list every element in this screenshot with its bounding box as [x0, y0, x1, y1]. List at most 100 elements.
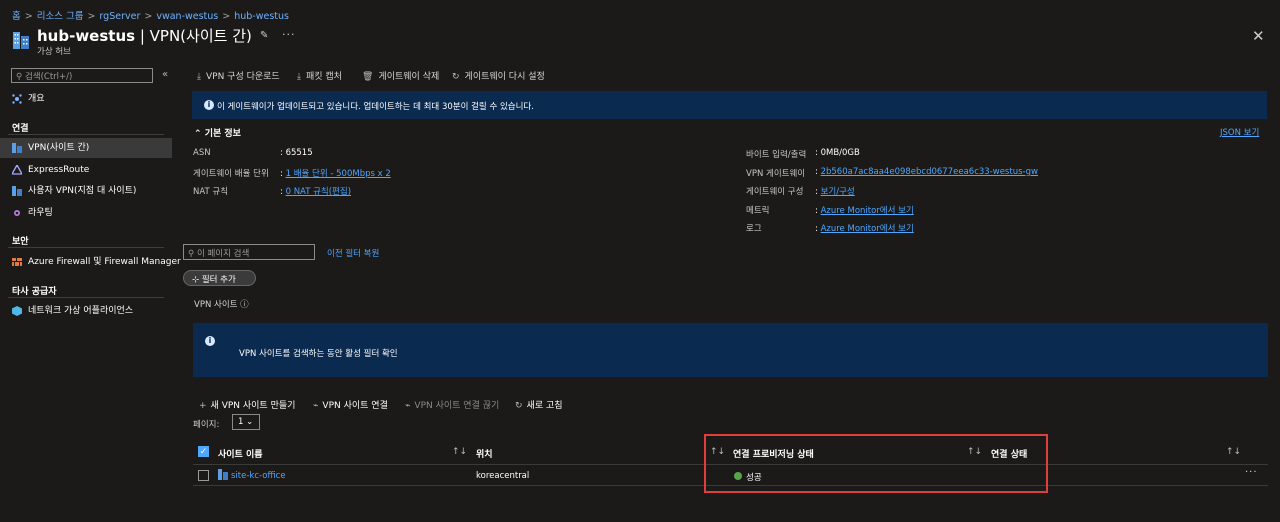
info-panel-text: VPN 사이트를 검색하는 동안 활성 필터 확인	[239, 349, 398, 359]
prop-value-bytes: : 0MB/0GB	[815, 148, 860, 158]
page-select-value: 1	[238, 417, 244, 427]
download-vpn-config-button[interactable]: ⤓ VPN 구성 다운로드	[197, 69, 280, 82]
create-vpn-site-button[interactable]: + 새 VPN 사이트 만들기	[199, 398, 295, 411]
vpn-site-icon	[218, 469, 228, 480]
sidebar-heading-third-party: 타사 공급자	[12, 287, 57, 297]
reset-gateway-button[interactable]: ↻ 게이트웨이 다시 설정	[452, 69, 545, 82]
sidebar-item-label: 개요	[28, 94, 45, 104]
sidebar-item-vpn-site-to-site[interactable]: VPN(사이트 간)	[0, 138, 172, 158]
banner-text: 이 게이트웨이가 업데이트되고 있습니다. 업데이트하는 데 최대 30분이 걸…	[217, 102, 534, 112]
connect-vpn-site-button[interactable]: ⌁ VPN 사이트 연결	[313, 398, 388, 411]
sidebar-item-expressroute[interactable]: ExpressRoute	[0, 160, 172, 180]
asn-value: 65515	[285, 148, 313, 158]
add-filter-label: 필터 추가	[201, 275, 236, 285]
add-filter-button[interactable]: ⊹ 필터 추가	[183, 270, 256, 286]
breadcrumb-home[interactable]: 홈	[12, 11, 21, 22]
sidebar-search-input[interactable]: ⚲ 검색(Ctrl+/)	[11, 68, 153, 83]
download-icon: ⤓	[197, 72, 201, 82]
json-view-link[interactable]: JSON 보기	[1220, 126, 1259, 138]
collapse-sidebar-icon[interactable]: «	[162, 69, 168, 80]
prop-value-gateway-config: : 보기/구성	[815, 187, 855, 197]
select-all-checkbox[interactable]: ✓	[198, 446, 209, 457]
filter-icon: ⊹	[192, 275, 202, 285]
refresh-button[interactable]: ↻ 새로 고침	[515, 398, 563, 411]
chevron-down-icon: ⌄	[246, 417, 254, 427]
sidebar-item-user-vpn[interactable]: 사용자 VPN(지점 대 사이트)	[0, 181, 172, 201]
command-label: 새로 고침	[526, 401, 563, 411]
prop-key-nat-rules: NAT 규칙	[193, 187, 229, 197]
bytes-value: 0MB/0GB	[820, 148, 860, 158]
prop-key-asn: ASN	[193, 148, 211, 158]
prop-value-metrics: : Azure Monitor에서 보기	[815, 206, 914, 216]
row-checkbox[interactable]	[198, 470, 209, 481]
delete-gateway-button[interactable]: 🗑 게이트웨이 삭제	[362, 69, 439, 82]
sidebar-item-routing[interactable]: 라우팅	[0, 203, 172, 223]
breadcrumb-separator: >	[144, 11, 153, 22]
prop-key-scale-units: 게이트웨이 배율 단위	[193, 169, 269, 179]
scale-units-link[interactable]: 1 배율 단위 - 500Mbps x 2	[286, 169, 391, 179]
metrics-link[interactable]: Azure Monitor에서 보기	[821, 206, 914, 216]
packet-capture-button[interactable]: ⤓ 패킷 캡처	[297, 69, 342, 82]
sidebar-item-label: Azure Firewall 및 Firewall Manager	[28, 257, 181, 267]
column-header-location[interactable]: 위치	[476, 447, 493, 460]
breadcrumb-separator: >	[87, 11, 96, 22]
network-appliance-icon	[12, 306, 22, 316]
unlink-icon: ⌁	[405, 401, 411, 411]
sidebar-item-nva[interactable]: 네트워크 가상 어플라이언스	[0, 301, 172, 321]
command-label: 새 VPN 사이트 만들기	[210, 401, 296, 411]
sort-icon[interactable]: ↑↓	[452, 447, 467, 457]
divider	[8, 297, 164, 298]
sidebar-item-label: 네트워크 가상 어플라이언스	[28, 306, 134, 316]
highlight-box	[704, 434, 1048, 493]
logs-link[interactable]: Azure Monitor에서 보기	[821, 224, 914, 234]
update-banner: i 이 게이트웨이가 업데이트되고 있습니다. 업데이트하는 데 최대 30분이…	[192, 91, 1267, 119]
page-search-placeholder: 이 페이지 검색	[196, 249, 250, 259]
page-title: hub-westus | VPN(사이트 간)	[37, 25, 252, 46]
sidebar-item-azure-firewall[interactable]: Azure Firewall 및 Firewall Manager	[0, 252, 181, 272]
info-circle-icon[interactable]: ⓘ	[240, 300, 249, 310]
refresh-icon: ↻	[452, 72, 460, 82]
row-more-icon[interactable]: ···	[1245, 467, 1258, 478]
page-title-name: hub-westus	[37, 27, 136, 45]
sidebar-item-overview[interactable]: 개요	[0, 89, 172, 109]
prop-value-nat-rules: : 0 NAT 규칙(편집)	[280, 187, 352, 197]
routing-icon	[14, 210, 20, 216]
column-header-site-name[interactable]: 사이트 이름	[218, 447, 263, 460]
site-name-link[interactable]: site-kc-office	[231, 471, 286, 481]
breadcrumb-resource-groups[interactable]: 리소스 그룹	[37, 11, 84, 22]
page-select[interactable]: 1 ⌄	[232, 414, 260, 430]
prop-key-logs: 로그	[746, 224, 762, 234]
user-vpn-icon	[12, 186, 22, 196]
nat-rules-link[interactable]: 0 NAT 규칙(편집)	[286, 187, 351, 197]
gateway-config-link[interactable]: 보기/구성	[821, 187, 855, 197]
essentials-title: 기본 정보	[204, 129, 241, 139]
pin-icon[interactable]: ✎	[260, 30, 268, 41]
plus-icon: +	[199, 401, 207, 411]
info-icon: i	[205, 336, 215, 346]
page-title-section: | VPN(사이트 간)	[135, 27, 252, 45]
essentials-toggle[interactable]: ⌃ 기본 정보	[194, 126, 241, 139]
breadcrumb-vwan[interactable]: vwan-westus	[156, 11, 218, 22]
vpn-icon	[12, 143, 22, 153]
prop-key-gateway-config: 게이트웨이 구성	[746, 187, 804, 197]
toolbar-label: 패킷 캡처	[305, 72, 342, 82]
more-options-icon[interactable]: ···	[282, 28, 296, 41]
close-icon[interactable]: ✕	[1252, 27, 1265, 45]
page-search-input[interactable]: ⚲ 이 페이지 검색	[183, 244, 315, 260]
breadcrumb-separator: >	[24, 11, 33, 22]
disconnect-vpn-site-button[interactable]: ⌁ VPN 사이트 연결 끊기	[405, 398, 499, 411]
sort-icon[interactable]: ↑↓	[1226, 447, 1241, 457]
prop-key-bytes: 바이트 입력/출력	[746, 150, 807, 160]
breadcrumb-rgserver[interactable]: rgServer	[99, 11, 140, 22]
link-icon: ⌁	[313, 401, 319, 411]
page-label: 페이지:	[193, 420, 220, 430]
vpn-sites-text: VPN 사이트	[194, 300, 238, 310]
prop-value-scale-units: : 1 배율 단위 - 500Mbps x 2	[280, 169, 391, 179]
toolbar-label: 게이트웨이 다시 설정	[464, 72, 545, 82]
restore-filter-link[interactable]: 이전 필터 복원	[327, 247, 379, 259]
prop-value-vpn-gateway: : 2b560a7ac8aa4e098ebcd0677eea6c33-westu…	[815, 167, 1038, 177]
vpn-gateway-link[interactable]: 2b560a7ac8aa4e098ebcd0677eea6c33-westus-…	[821, 167, 1038, 177]
divider	[8, 134, 164, 135]
expressroute-icon	[12, 165, 22, 175]
breadcrumb-hub[interactable]: hub-westus	[234, 11, 289, 22]
